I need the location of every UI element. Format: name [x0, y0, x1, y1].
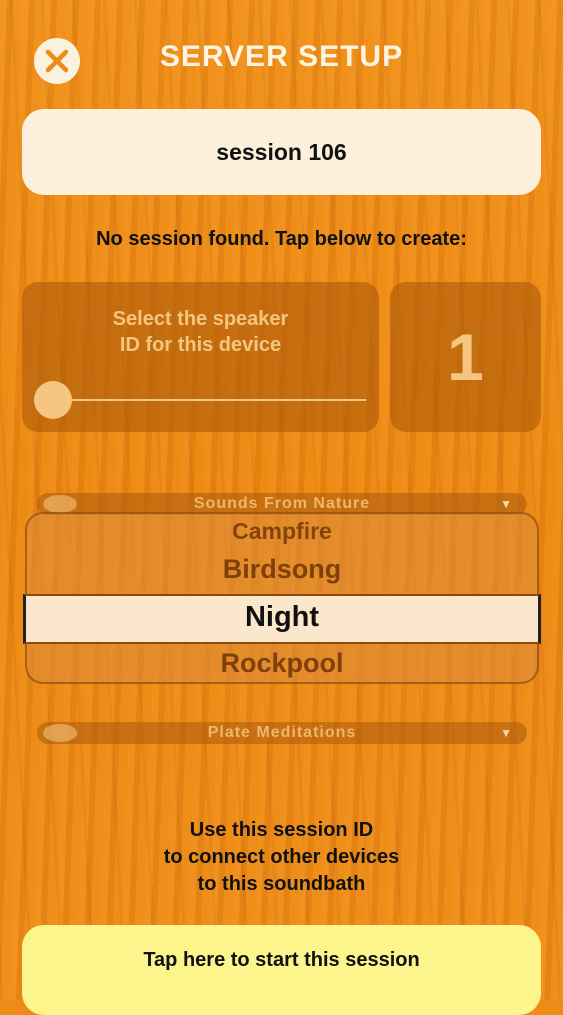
speaker-id-label: Select the speaker ID for this device [112, 308, 289, 356]
picker-item-rockpool[interactable]: Rockpool [25, 648, 539, 679]
sound-picker-wheel[interactable]: Campfire Birdsong Night Rockpool [23, 512, 541, 684]
speaker-id-value: 1 [447, 320, 484, 394]
start-session-button[interactable]: Tap here to start this session [22, 925, 541, 1015]
picker-item-birdsong[interactable]: Birdsong [25, 554, 539, 585]
page-title: SERVER SETUP [159, 40, 404, 73]
picker-item-campfire[interactable]: Campfire [25, 518, 539, 545]
session-id-input[interactable] [22, 109, 541, 195]
disc-icon [43, 495, 77, 513]
disc-icon [43, 724, 77, 742]
session-instructions: Use this session ID to connect other dev… [163, 819, 400, 895]
chevron-down-icon: ▼ [500, 726, 513, 740]
session-notice: No session found. Tap below to create: [96, 228, 467, 250]
speaker-slider-track[interactable] [54, 399, 366, 401]
speaker-slider-thumb[interactable] [34, 381, 72, 419]
plate-picker-header[interactable]: Plate Meditations ▼ [37, 722, 527, 744]
picker-item-night-selected[interactable]: Night [25, 601, 539, 634]
speaker-id-panel: Select the speaker ID for this device [22, 282, 379, 432]
speaker-id-display: 1 [390, 282, 541, 432]
